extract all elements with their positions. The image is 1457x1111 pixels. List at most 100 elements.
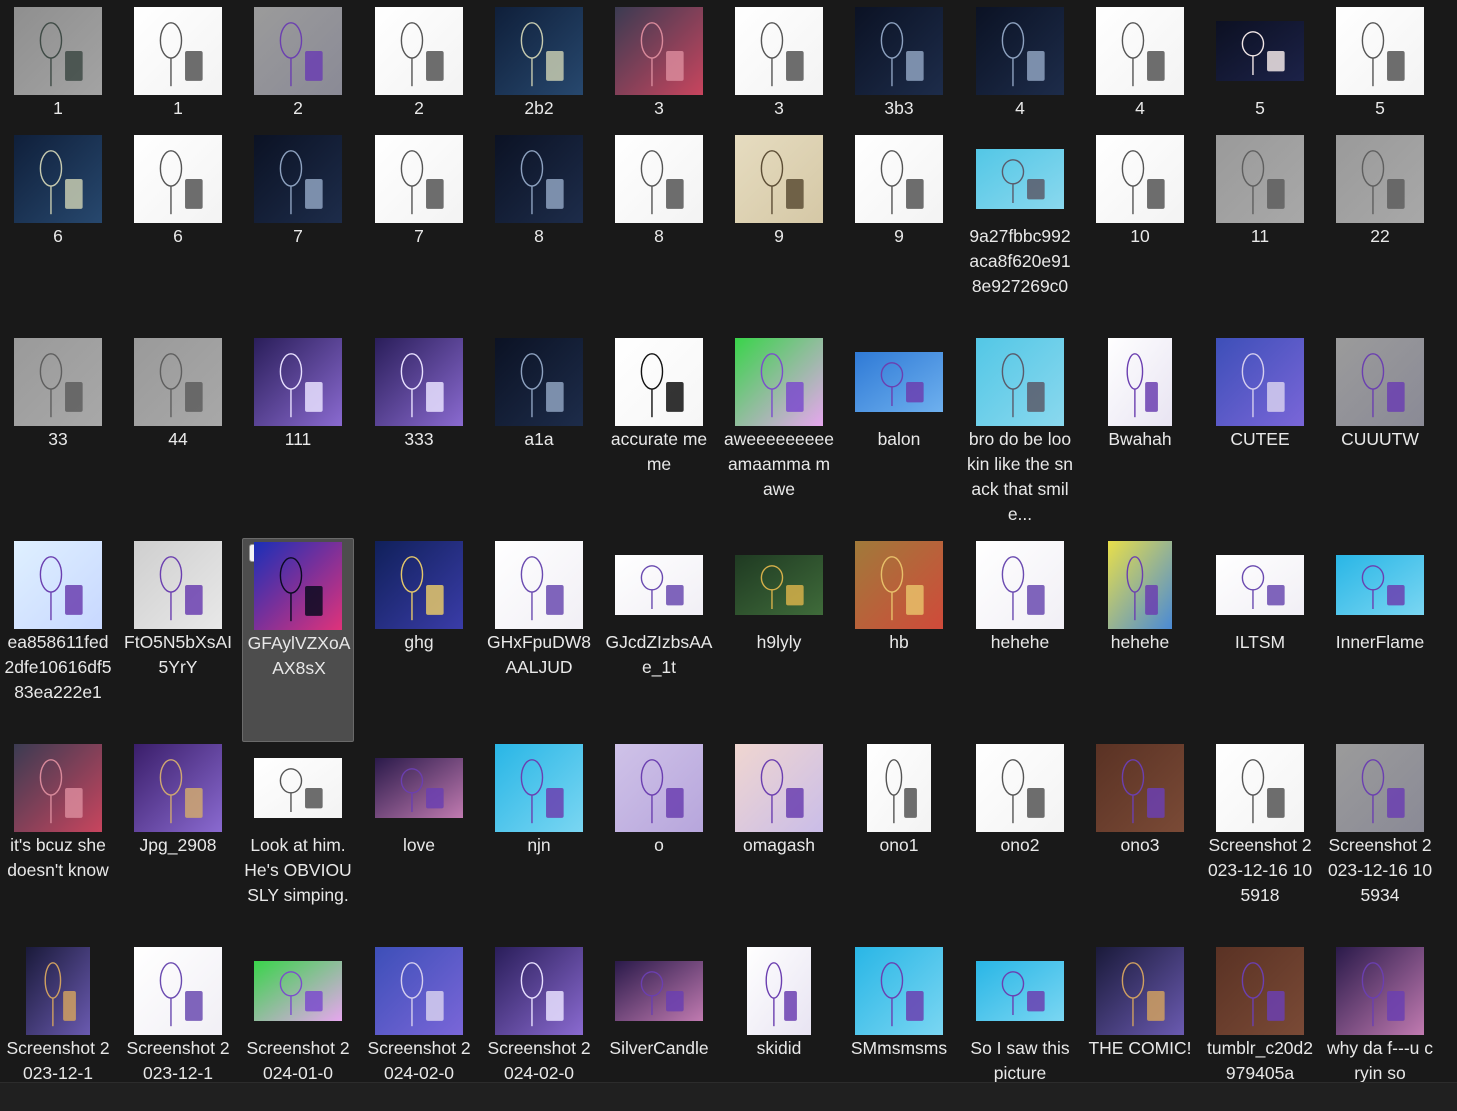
thumbnail-image <box>134 338 222 426</box>
thumbnail-image <box>495 7 583 95</box>
file-item[interactable]: InnerFlame <box>1324 538 1436 742</box>
file-item[interactable]: 8 <box>483 132 595 336</box>
file-item[interactable]: 33 <box>2 335 114 539</box>
file-item[interactable]: GFAylVZXoAAX8sX <box>242 538 354 742</box>
file-name: 8 <box>654 226 664 246</box>
horizontal-scrollbar[interactable] <box>0 1082 1457 1111</box>
file-item[interactable]: njn <box>483 741 595 945</box>
file-item[interactable]: a1a <box>483 335 595 539</box>
file-row: Screenshot 2023-12-1 Screenshot 2023-12-1… <box>2 944 1445 1082</box>
file-item[interactable]: CUUUTW <box>1324 335 1436 539</box>
file-item[interactable]: ono2 <box>964 741 1076 945</box>
file-item[interactable]: hb <box>843 538 955 742</box>
file-item[interactable]: 111 <box>242 335 354 539</box>
thumbnail-image <box>1096 947 1184 1035</box>
file-item[interactable]: ono3 <box>1084 741 1196 945</box>
file-item[interactable]: aweeeeeeeee amaamma mawe <box>723 335 835 539</box>
file-name: Screenshot 2023-12-16 105918 <box>1207 835 1313 905</box>
file-item[interactable]: Look at him. He's OBVIOUSLY simping. <box>242 741 354 945</box>
file-item[interactable]: So I saw this picture <box>964 944 1076 1082</box>
file-name: accurate meme <box>610 429 708 474</box>
file-name: 5 <box>1375 98 1385 118</box>
file-item[interactable]: SilverCandle <box>603 944 715 1082</box>
thumbnail-image <box>14 7 102 95</box>
file-item[interactable]: 10 <box>1084 132 1196 336</box>
file-item[interactable]: 8 <box>603 132 715 336</box>
file-row: 33 44 111 333 a1a accurate meme aweeeeeeeee am… <box>2 335 1445 539</box>
file-item[interactable]: 6 <box>2 132 114 336</box>
thumbnail-image <box>1096 135 1184 223</box>
file-item[interactable]: Screenshot 2024-02-0 <box>363 944 475 1082</box>
thumbnail-image <box>1096 7 1184 95</box>
thumbnail-image <box>855 7 943 95</box>
thumbnail-image <box>495 744 583 832</box>
thumbnail-image <box>1108 541 1172 629</box>
file-item[interactable]: Screenshot 2023-12-1 <box>2 944 114 1082</box>
file-item[interactable]: 22 <box>1324 132 1436 336</box>
file-item[interactable]: it's bcuz she doesn't know <box>2 741 114 945</box>
file-item[interactable]: hehehe <box>1084 538 1196 742</box>
file-name: Screenshot 2023-12-16 105934 <box>1327 835 1433 905</box>
file-item[interactable]: SMmsmsms <box>843 944 955 1082</box>
file-item[interactable]: 6 <box>122 132 234 336</box>
thumbnail-image <box>615 555 703 615</box>
file-item[interactable]: 7 <box>242 132 354 336</box>
thumbnail-image <box>855 352 943 412</box>
file-name: InnerFlame <box>1335 632 1425 652</box>
thumbnail-image <box>615 135 703 223</box>
file-item[interactable]: tumblr_c20d2979405a <box>1204 944 1316 1082</box>
file-item[interactable]: GHxFpuDW8AALJUD <box>483 538 595 742</box>
file-item[interactable]: Screenshot 2023-12-1 <box>122 944 234 1082</box>
file-item[interactable]: GJcdZIzbsAAe_1t <box>603 538 715 742</box>
file-item[interactable]: o <box>603 741 715 945</box>
file-name: 1 <box>173 98 183 118</box>
file-item[interactable]: accurate meme <box>603 335 715 539</box>
file-item[interactable]: ea858611fed2dfe10616df583ea222e1 <box>2 538 114 742</box>
file-item[interactable]: ghg <box>363 538 475 742</box>
thumbnail-image <box>735 744 823 832</box>
thumbnail-image <box>134 744 222 832</box>
file-item[interactable]: omagash <box>723 741 835 945</box>
file-item[interactable]: ILTSM <box>1204 538 1316 742</box>
thumbnail-image <box>855 541 943 629</box>
file-name: 11 <box>1250 226 1270 246</box>
file-item[interactable]: CUTEE <box>1204 335 1316 539</box>
file-name: it's bcuz she doesn't know <box>7 835 109 880</box>
file-name: 2b2 <box>524 98 554 118</box>
file-item[interactable]: why da f---u cryin so <box>1324 944 1436 1082</box>
file-grid[interactable]: 1 1 2 2 2b2 3 3 3b3 4 4 5 5 6 6 7 7 8 8 9 9 9a27fbbc992aca8f… <box>0 0 1445 1082</box>
file-item[interactable]: Jpg_2908 <box>122 741 234 945</box>
file-item[interactable]: skidid <box>723 944 835 1082</box>
file-item[interactable]: ono1 <box>843 741 955 945</box>
thumbnail-image <box>976 7 1064 95</box>
file-name: THE COMIC! <box>1088 1038 1192 1058</box>
file-item[interactable]: love <box>363 741 475 945</box>
file-item[interactable]: 333 <box>363 335 475 539</box>
file-item[interactable]: Screenshot 2023-12-16 105934 <box>1324 741 1436 945</box>
file-item[interactable]: balon <box>843 335 955 539</box>
file-item[interactable]: 44 <box>122 335 234 539</box>
file-name: hehehe <box>1110 632 1170 652</box>
file-name: Bwahah <box>1108 429 1172 449</box>
file-name: tumblr_c20d2979405a <box>1206 1038 1314 1082</box>
file-item[interactable]: FtO5N5bXsAI5YrY <box>122 538 234 742</box>
file-item[interactable]: 9a27fbbc992aca8f620e918e927269c0 <box>964 132 1076 336</box>
file-item[interactable]: 7 <box>363 132 475 336</box>
file-item[interactable]: 11 <box>1204 132 1316 336</box>
thumbnail-image <box>615 7 703 95</box>
file-item[interactable]: 9 <box>723 132 835 336</box>
file-item[interactable]: hehehe <box>964 538 1076 742</box>
file-item[interactable]: THE COMIC! <box>1084 944 1196 1082</box>
vertical-scrollbar[interactable] <box>1445 0 1457 1082</box>
file-item[interactable]: Bwahah <box>1084 335 1196 539</box>
file-item[interactable]: Screenshot 2024-02-0 <box>483 944 595 1082</box>
file-name: 5 <box>1255 98 1265 118</box>
file-item[interactable]: Screenshot 2023-12-16 105918 <box>1204 741 1316 945</box>
file-item[interactable]: bro do be lookin like the snack that smi… <box>964 335 1076 539</box>
file-item[interactable]: 9 <box>843 132 955 336</box>
thumbnail-image <box>735 7 823 95</box>
file-item[interactable]: h9lyly <box>723 538 835 742</box>
thumbnail-image <box>1336 7 1424 95</box>
file-item[interactable]: Screenshot 2024-01-0 <box>242 944 354 1082</box>
file-name: love <box>402 835 436 855</box>
